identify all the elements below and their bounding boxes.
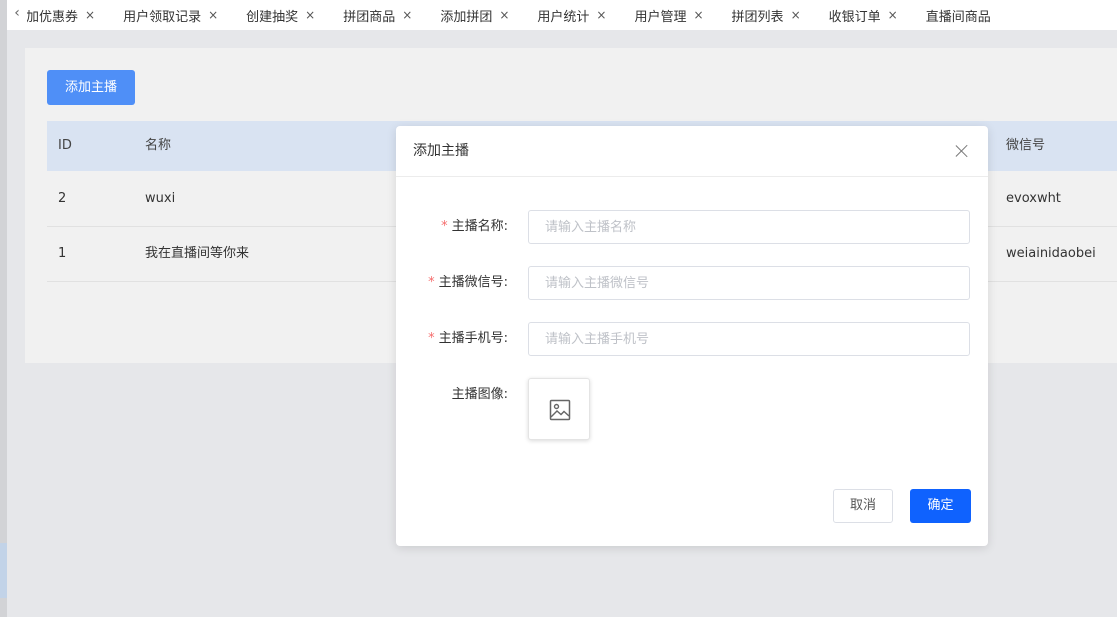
anchor-wechat-label: * 主播微信号: (428, 275, 508, 290)
anchor-image-label: 主播图像: (451, 387, 508, 402)
cancel-button[interactable]: 取消 (833, 489, 893, 523)
form-row-anchor-image: 主播图像: (396, 378, 988, 440)
confirm-button[interactable]: 确定 (910, 489, 971, 523)
anchor-phone-input[interactable] (528, 322, 970, 356)
anchor-phone-label: * 主播手机号: (428, 331, 508, 346)
anchor-name-label: * 主播名称: (441, 219, 508, 234)
image-icon (549, 399, 571, 421)
required-mark: * (428, 275, 435, 290)
close-icon[interactable] (954, 143, 970, 159)
anchor-wechat-input[interactable] (528, 266, 970, 300)
required-mark: * (441, 219, 448, 234)
anchor-name-input[interactable] (528, 210, 970, 244)
dialog-title: 添加主播 (413, 143, 469, 159)
required-mark: * (428, 331, 435, 346)
form-row-anchor-name: * 主播名称: (396, 210, 988, 244)
form-row-anchor-wechat: * 主播微信号: (396, 266, 988, 300)
tab-scroll-left-button[interactable]: ‹ (7, 0, 27, 30)
dialog-header: 添加主播 (396, 126, 988, 177)
form-row-anchor-phone: * 主播手机号: (396, 322, 988, 356)
add-anchor-dialog: 添加主播 *主播名称: *主播微信号: *主播手机号: 主播图像: 取消 确定 (396, 126, 988, 546)
image-upload-button[interactable] (528, 378, 590, 440)
